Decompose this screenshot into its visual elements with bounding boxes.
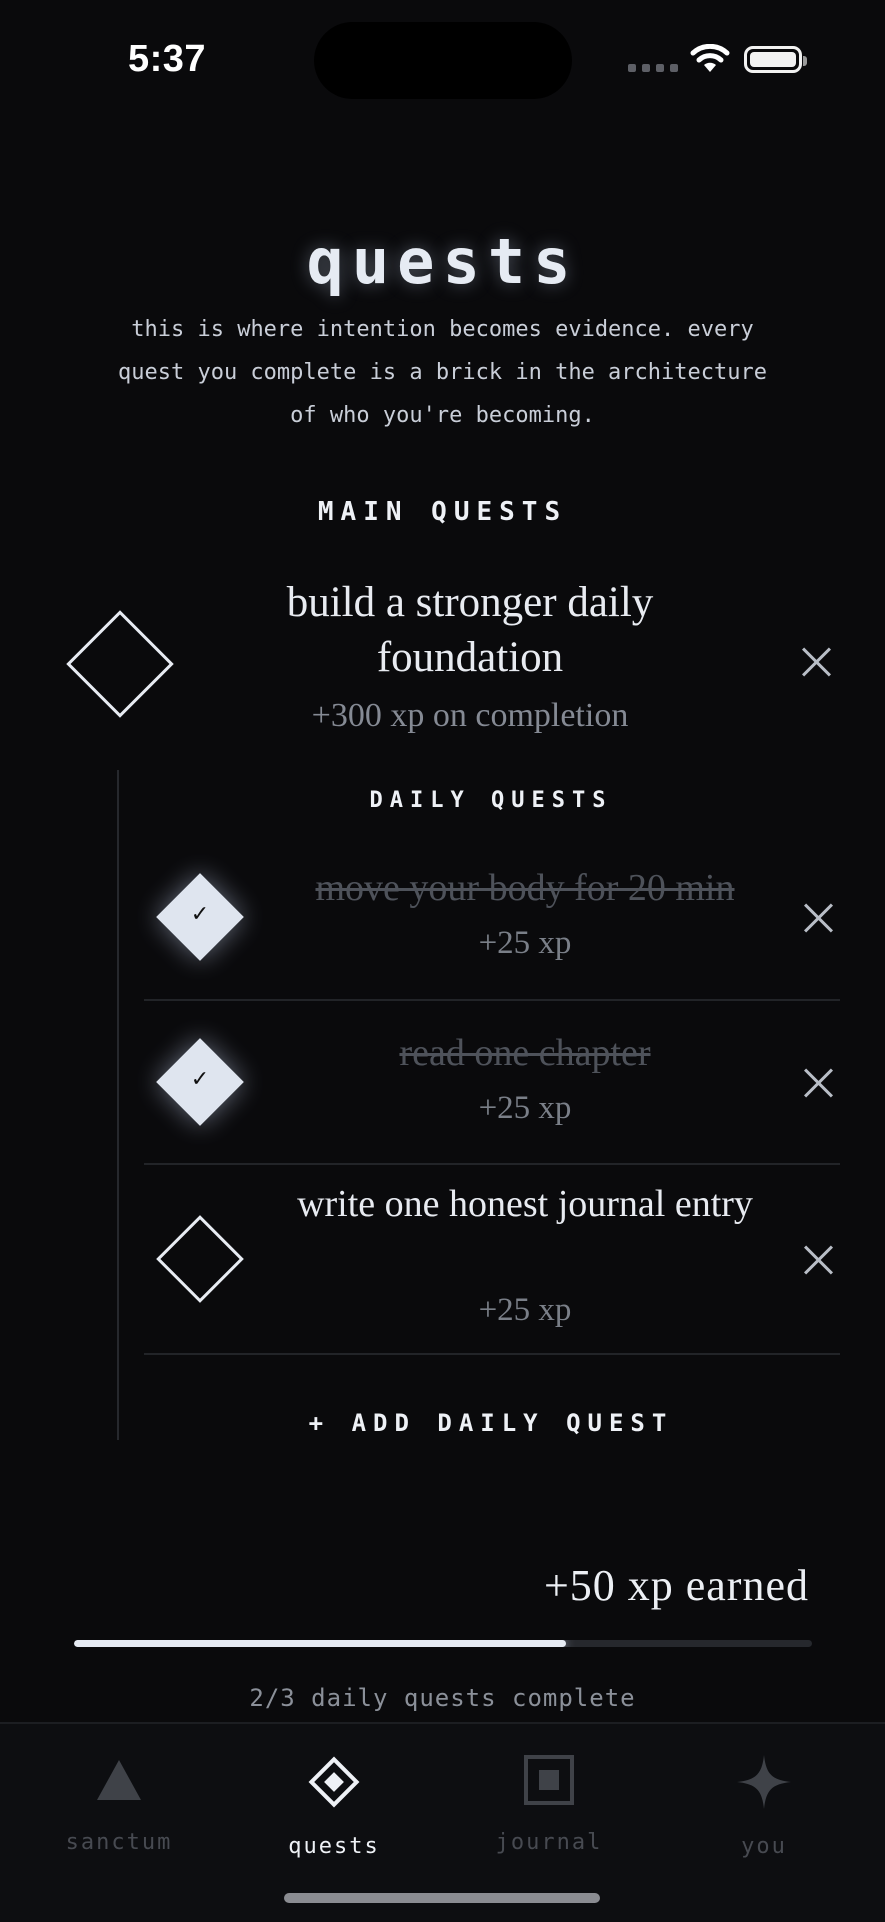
xp-earned-total: +50 xp earned bbox=[543, 1561, 809, 1610]
add-daily-quest-button[interactable]: + ADD DAILY QUEST bbox=[116, 1409, 866, 1437]
row-divider bbox=[144, 999, 840, 1001]
daily-progress-bar bbox=[74, 1640, 812, 1647]
tab-you-label: you bbox=[741, 1834, 787, 1859]
tab-bar: sanctum quests journal you bbox=[0, 1722, 885, 1922]
battery-icon bbox=[744, 46, 807, 73]
delete-daily-quest-2-button[interactable] bbox=[801, 1066, 835, 1100]
daily-progress-label: 2/3 daily quests complete bbox=[249, 1684, 636, 1712]
daily-quest-2-title: read one chapter bbox=[399, 1032, 651, 1074]
main-quests-heading: MAIN QUESTS bbox=[317, 497, 568, 527]
tab-sanctum-label: sanctum bbox=[65, 1830, 173, 1855]
delete-daily-quest-3-button[interactable] bbox=[801, 1243, 835, 1277]
check-icon: ✓ bbox=[190, 1067, 210, 1092]
delete-main-quest-button[interactable] bbox=[799, 645, 833, 679]
tab-journal[interactable]: journal bbox=[449, 1752, 649, 1855]
tab-quests-label: quests bbox=[288, 1834, 380, 1859]
page-title: quests bbox=[306, 225, 579, 298]
check-icon: ✓ bbox=[190, 902, 210, 927]
square-icon bbox=[524, 1755, 574, 1805]
cellular-signal-icon bbox=[628, 64, 678, 72]
daily-quest-3-title: write one honest journal entry bbox=[297, 1183, 753, 1225]
home-indicator bbox=[284, 1893, 600, 1903]
diamond-icon bbox=[308, 1756, 360, 1808]
daily-quest-1-xp: +25 xp bbox=[478, 925, 572, 961]
main-quest-xp: +300 xp on completion bbox=[311, 697, 629, 734]
tab-quests[interactable]: quests bbox=[234, 1752, 434, 1859]
page-subtitle: this is where intention becomes evidence… bbox=[117, 317, 767, 428]
wifi-icon bbox=[690, 44, 730, 72]
daily-progress-fill bbox=[74, 1640, 567, 1647]
tab-you[interactable]: you bbox=[664, 1752, 864, 1859]
main-quest-checkbox[interactable] bbox=[66, 610, 174, 718]
delete-daily-quest-1-button[interactable] bbox=[801, 901, 835, 935]
daily-quest-3-xp: +25 xp bbox=[478, 1292, 572, 1328]
status-time: 5:37 bbox=[128, 38, 207, 80]
daily-quests-heading: DAILY QUESTS bbox=[369, 788, 613, 813]
row-divider bbox=[144, 1163, 840, 1165]
triangle-icon bbox=[97, 1760, 141, 1800]
dynamic-island bbox=[314, 22, 572, 99]
tab-journal-label: journal bbox=[495, 1830, 603, 1855]
tab-sanctum[interactable]: sanctum bbox=[19, 1752, 219, 1855]
main-quest-title: build a stronger daily foundation bbox=[286, 579, 654, 681]
sparkle-icon bbox=[737, 1755, 791, 1809]
quest-tree-line bbox=[117, 770, 119, 1440]
row-divider bbox=[144, 1353, 840, 1355]
daily-quest-1-title: move your body for 20 min bbox=[315, 867, 735, 909]
daily-quest-2-xp: +25 xp bbox=[478, 1090, 572, 1126]
daily-quest-3-checkbox[interactable] bbox=[156, 1215, 244, 1303]
